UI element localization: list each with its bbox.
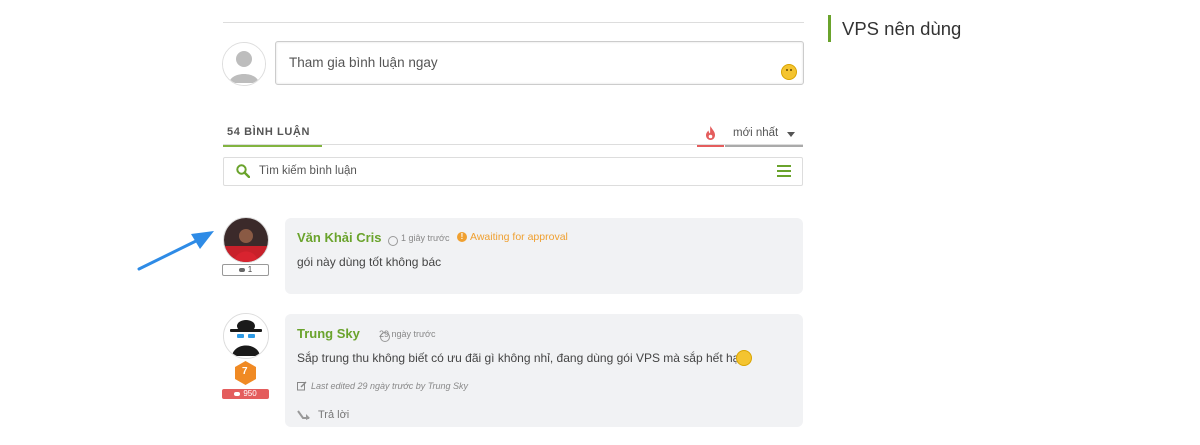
sort-label: mới nhất	[733, 127, 779, 139]
comment-time[interactable]: 1 giây trước	[401, 233, 449, 243]
rank-badge: 7	[235, 361, 256, 390]
default-avatar-icon	[223, 43, 265, 85]
comment-count-label: 54 BÌNH LUẬN	[227, 126, 310, 138]
comment-count-badge: 950	[222, 389, 269, 399]
search-placeholder: Tìm kiếm bình luận	[259, 165, 357, 177]
sidebar-accent	[828, 15, 831, 42]
fire-icon	[706, 126, 715, 140]
menu-icon[interactable]	[777, 165, 791, 178]
comment-time[interactable]: 29 ngày trước	[379, 329, 435, 339]
top-divider	[223, 22, 804, 23]
clock-icon	[388, 236, 398, 246]
sort-dropdown[interactable]: mới nhất	[725, 123, 803, 147]
comment-icon	[238, 267, 245, 272]
comment-author[interactable]: Trung Sky	[297, 326, 360, 341]
reply-link[interactable]: Trả lời	[318, 409, 349, 421]
current-user-avatar	[222, 42, 266, 86]
sort-hot-button[interactable]	[697, 123, 724, 147]
badge-count: 1	[247, 265, 253, 274]
badge-count: 950	[243, 389, 257, 398]
incognito-avatar-icon	[224, 314, 268, 358]
comment-icon	[234, 391, 241, 396]
comment-avatar[interactable]	[223, 217, 269, 263]
comment-input[interactable]: Tham gia bình luận ngay	[275, 41, 804, 85]
reply-icon	[297, 410, 310, 420]
approval-status: Awaiting for approval	[470, 231, 568, 243]
search-icon	[236, 164, 250, 178]
comment-bubble	[285, 314, 803, 427]
rank-number: 7	[242, 366, 248, 377]
arrow-annotation-icon	[137, 231, 214, 271]
edited-note: Last edited 29 ngày trước by Trung Sky	[311, 381, 469, 391]
comment-avatar[interactable]	[223, 313, 269, 359]
comment-count-badge: 1	[222, 264, 269, 276]
edit-icon	[297, 381, 307, 391]
comment-text: gói này dùng tốt không bác	[297, 255, 442, 269]
warning-icon: !	[457, 232, 467, 242]
chevron-down-icon	[787, 132, 795, 137]
comment-search-bar[interactable]: Tìm kiếm bình luận	[223, 157, 803, 186]
emoji-icon[interactable]	[781, 64, 797, 80]
sidebar-title: VPS nên dùng	[842, 18, 962, 39]
user-photo-icon	[224, 218, 268, 262]
comment-input-placeholder: Tham gia bình luận ngay	[289, 55, 438, 70]
emoji-icon	[736, 350, 752, 366]
comment-author[interactable]: Văn Khải Cris	[297, 230, 382, 245]
comment-text: Sắp trung thu không biết có ưu đãi gì kh…	[297, 351, 747, 365]
